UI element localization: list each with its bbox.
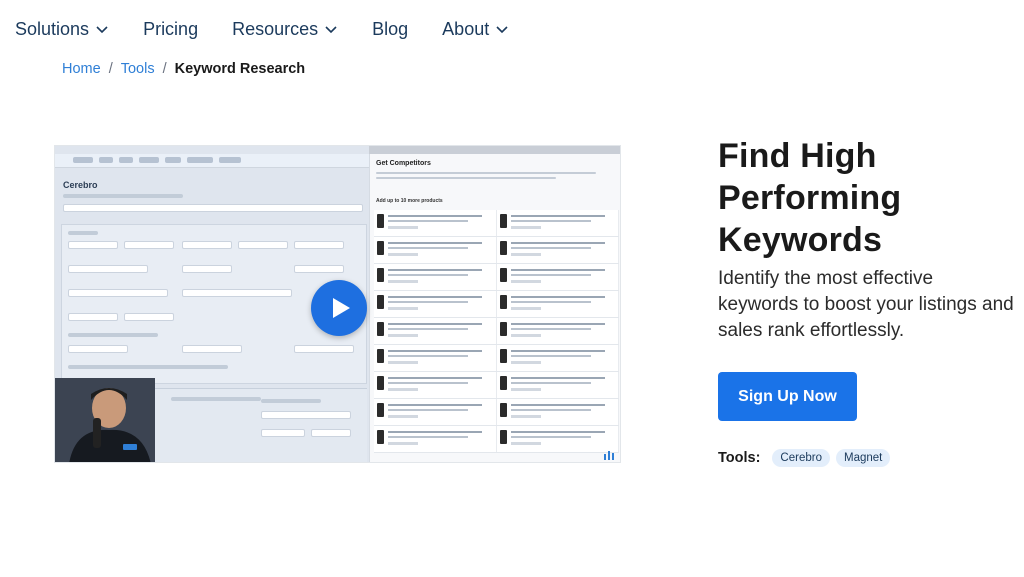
nav-item-label: Blog <box>372 18 409 39</box>
tools-list: Tools: Cerebro Magnet <box>718 449 896 467</box>
video-app-menubar <box>55 154 369 168</box>
chevron-down-icon <box>496 26 508 34</box>
breadcrumb-current: Keyword Research <box>174 61 306 77</box>
video-panel-add-text: Add up to 10 more products <box>376 198 443 204</box>
video-product-grid <box>374 210 619 453</box>
video-panel-description <box>376 172 606 182</box>
nav-item-label: Resources <box>232 18 319 39</box>
video-app-title: Cerebro <box>63 180 98 190</box>
tool-tag-cerebro[interactable]: Cerebro <box>772 449 830 467</box>
nav-item-label: Pricing <box>143 18 199 39</box>
play-icon <box>333 298 350 318</box>
nav-item-blog[interactable]: Blog <box>372 19 408 40</box>
tool-tag-magnet[interactable]: Magnet <box>835 449 891 467</box>
breadcrumb-separator: / <box>108 61 113 77</box>
hero-title: Find High Performing Keywords <box>718 137 902 259</box>
video-competitors-panel: Get Competitors Add up to 10 more produc… <box>369 154 620 462</box>
chevron-down-icon <box>96 26 108 34</box>
nav-item-solutions[interactable]: Solutions <box>15 19 109 40</box>
video-player[interactable]: Cerebro Get Competitors Add up to 10 mor… <box>54 145 621 463</box>
video-panel-title: Get Competitors <box>376 160 431 167</box>
tools-label: Tools: <box>718 450 761 466</box>
play-button[interactable] <box>311 280 367 336</box>
nav-item-resources[interactable]: Resources <box>232 19 338 40</box>
nav-item-pricing[interactable]: Pricing <box>143 19 198 40</box>
breadcrumb-tools-link[interactable]: Tools <box>121 61 155 77</box>
presenter-image <box>55 378 155 462</box>
sign-up-button[interactable]: Sign Up Now <box>718 372 857 421</box>
breadcrumb-home-link[interactable]: Home <box>62 61 101 77</box>
nav-item-label: About <box>442 18 490 39</box>
breadcrumb-separator: / <box>162 61 167 77</box>
helium-logo-icon <box>604 451 614 460</box>
breadcrumb: Home / Tools / Keyword Research <box>62 61 305 77</box>
nav-item-about[interactable]: About <box>442 19 509 40</box>
chevron-down-icon <box>325 26 337 34</box>
hero-subtitle: Identify the most effective keywords to … <box>718 268 1014 341</box>
top-nav: Solutions Pricing Resources Blog About <box>0 0 1024 58</box>
nav-item-label: Solutions <box>15 18 90 39</box>
